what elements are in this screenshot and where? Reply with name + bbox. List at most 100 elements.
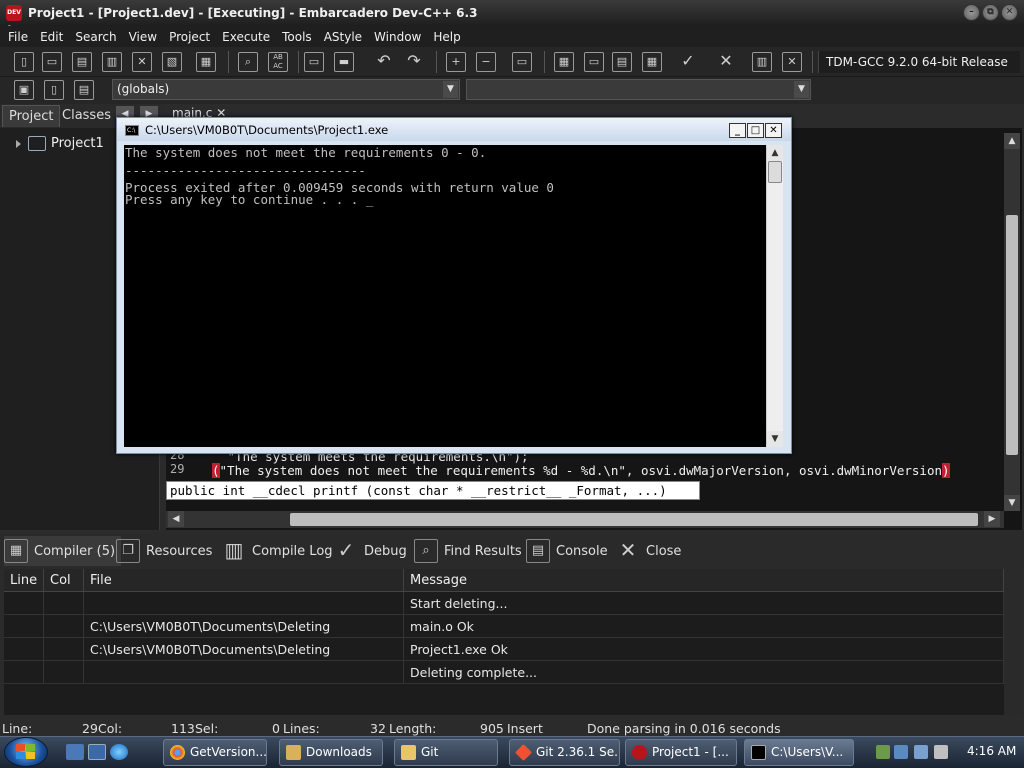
tab-close[interactable]: ✕ Close [616,536,682,566]
find-icon[interactable]: ⌕ [238,52,258,72]
function-combo[interactable]: ▼ [466,79,811,100]
taskbar-item-devcpp[interactable]: Project1 - [... [625,739,737,766]
scroll-down-icon[interactable]: ▼ [1004,495,1020,511]
column-header-line[interactable]: Line [4,569,44,592]
console-scrollbar[interactable]: ▲ ▼ [766,145,783,447]
switch-windows-icon[interactable] [88,744,106,760]
menu-tools[interactable]: Tools [276,30,318,44]
tab-compile-log[interactable]: ▥ Compile Log [222,536,333,566]
internet-explorer-icon[interactable] [110,744,128,760]
tree-item-project1[interactable]: Project1 [51,136,104,151]
network-status-tray-icon[interactable] [914,745,928,759]
restore-button[interactable]: ⧉ [982,4,999,21]
console-maximize-button[interactable]: □ [747,123,764,138]
editor-horizontal-scrollbar[interactable]: ◀ ▶ [166,511,1004,528]
display-tray-icon[interactable] [894,745,908,759]
menu-help[interactable]: Help [427,30,466,44]
close-button[interactable]: ✕ [1001,4,1018,21]
syntax-check-icon[interactable]: ✓ [678,52,698,72]
column-header-col[interactable]: Col [44,569,84,592]
menu-project[interactable]: Project [163,30,216,44]
column-header-message[interactable]: Message [404,569,1004,592]
close-file-icon[interactable]: ✕ [132,52,152,72]
editor-vscroll-thumb[interactable] [1006,215,1018,455]
menu-edit[interactable]: Edit [34,30,69,44]
tab-project[interactable]: Project [2,105,61,127]
show-desktop-icon[interactable] [66,744,84,760]
goto-line-icon[interactable]: ▭ [304,52,324,72]
open-file-icon[interactable]: ▭ [42,52,62,72]
tab-classes[interactable]: Classes [56,105,117,127]
editor-hscroll-thumb[interactable] [290,513,978,526]
menu-execute[interactable]: Execute [216,30,276,44]
compile-run-icon[interactable]: ▤ [612,52,632,72]
redo-icon[interactable]: ↷ [404,52,424,72]
scope-combo[interactable]: (globals) ▼ [112,79,460,100]
network-tray-icon[interactable] [876,745,890,759]
scope-dropdown-chevron-icon[interactable]: ▼ [443,81,458,98]
menu-window[interactable]: Window [368,30,427,44]
volume-tray-icon[interactable] [934,745,948,759]
clock[interactable]: 4:16 AM [967,744,1016,758]
insert-icon[interactable]: ▣ [14,80,34,100]
print-icon[interactable]: ▦ [196,52,216,72]
menu-view[interactable]: View [123,30,163,44]
editor-vertical-scrollbar[interactable]: ▲ ▼ [1004,133,1020,511]
tab-debug[interactable]: ✓ Debug [334,536,407,566]
tab-console[interactable]: ▤ Console [526,536,608,566]
close-all-icon[interactable]: ▧ [162,52,182,72]
tab-compiler[interactable]: ▦ Compiler (5) [4,536,122,566]
taskbar-item-chrome[interactable]: GetVersion... [163,739,267,766]
goto-bookmark-icon[interactable]: ▤ [74,80,94,100]
console-output[interactable]: The system does not meet the requirement… [124,145,766,447]
new-file-icon[interactable]: ▯ [14,52,34,72]
tab-resources[interactable]: ❐ Resources [116,536,212,566]
minimize-button[interactable]: – [963,4,980,21]
clean-icon[interactable]: ✕ [716,52,736,72]
menu-file[interactable]: File [2,30,34,44]
table-row[interactable]: C:\Users\VM0B0T\Documents\Deleting main.… [4,615,1004,638]
taskbar-item-git-folder[interactable]: Git [394,739,498,766]
menu-astyle[interactable]: AStyle [318,30,368,44]
scroll-right-icon[interactable]: ▶ [984,511,1000,527]
console-scroll-up-icon[interactable]: ▲ [767,145,783,161]
scroll-up-icon[interactable]: ▲ [1004,133,1020,149]
rebuild-all-icon[interactable]: ▦ [642,52,662,72]
menu-search[interactable]: Search [69,30,122,44]
check-icon: ✓ [337,538,355,562]
tab-find-results[interactable]: ⌕ Find Results [414,536,522,566]
replace-icon[interactable]: AB AC [268,52,288,72]
console-minimize-button[interactable]: _ [729,123,746,138]
taskbar-item-git-setup[interactable]: Git 2.36.1 Se... [509,739,620,766]
toggle-bookmark-icon-2[interactable]: ▯ [44,80,64,100]
save-icon[interactable]: ▤ [72,52,92,72]
undo-icon[interactable]: ↶ [374,52,394,72]
column-header-file[interactable]: File [84,569,404,592]
expand-arrow-icon[interactable] [16,140,21,148]
table-row[interactable]: Deleting complete... [4,661,1004,684]
messages-scrollbar[interactable] [1004,569,1022,715]
console-close-button[interactable]: ✕ [765,123,782,138]
cell-col [44,615,84,638]
table-row[interactable]: Start deleting... [4,592,1004,615]
profile-icon[interactable]: ▥ [752,52,772,72]
compile-icon[interactable]: ▦ [554,52,574,72]
run-icon[interactable]: ▭ [584,52,604,72]
console-window[interactable]: C:\ C:\Users\VM0B0T\Documents\Project1.e… [116,117,792,454]
toggle-bookmark-icon[interactable]: ▬ [334,52,354,72]
project-options-icon[interactable]: ▭ [512,52,532,72]
function-dropdown-chevron-icon[interactable]: ▼ [794,81,809,98]
taskbar-item-console[interactable]: C:\Users\V... [744,739,854,766]
taskbar-item-downloads[interactable]: Downloads [279,739,383,766]
remove-from-project-icon[interactable]: − [476,52,496,72]
chrome-icon [170,745,185,760]
console-title-bar[interactable]: C:\ C:\Users\VM0B0T\Documents\Project1.e… [117,118,791,141]
scroll-left-icon[interactable]: ◀ [168,511,184,527]
console-scroll-thumb[interactable] [768,161,782,183]
console-scroll-down-icon[interactable]: ▼ [767,431,783,447]
table-row[interactable]: C:\Users\VM0B0T\Documents\Deleting Proje… [4,638,1004,661]
save-all-icon[interactable]: ▥ [102,52,122,72]
delete-profile-icon[interactable]: ✕ [782,52,802,72]
new-project-icon[interactable]: + [446,52,466,72]
compiler-select[interactable]: TDM-GCC 9.2.0 64-bit Release [818,51,1020,73]
